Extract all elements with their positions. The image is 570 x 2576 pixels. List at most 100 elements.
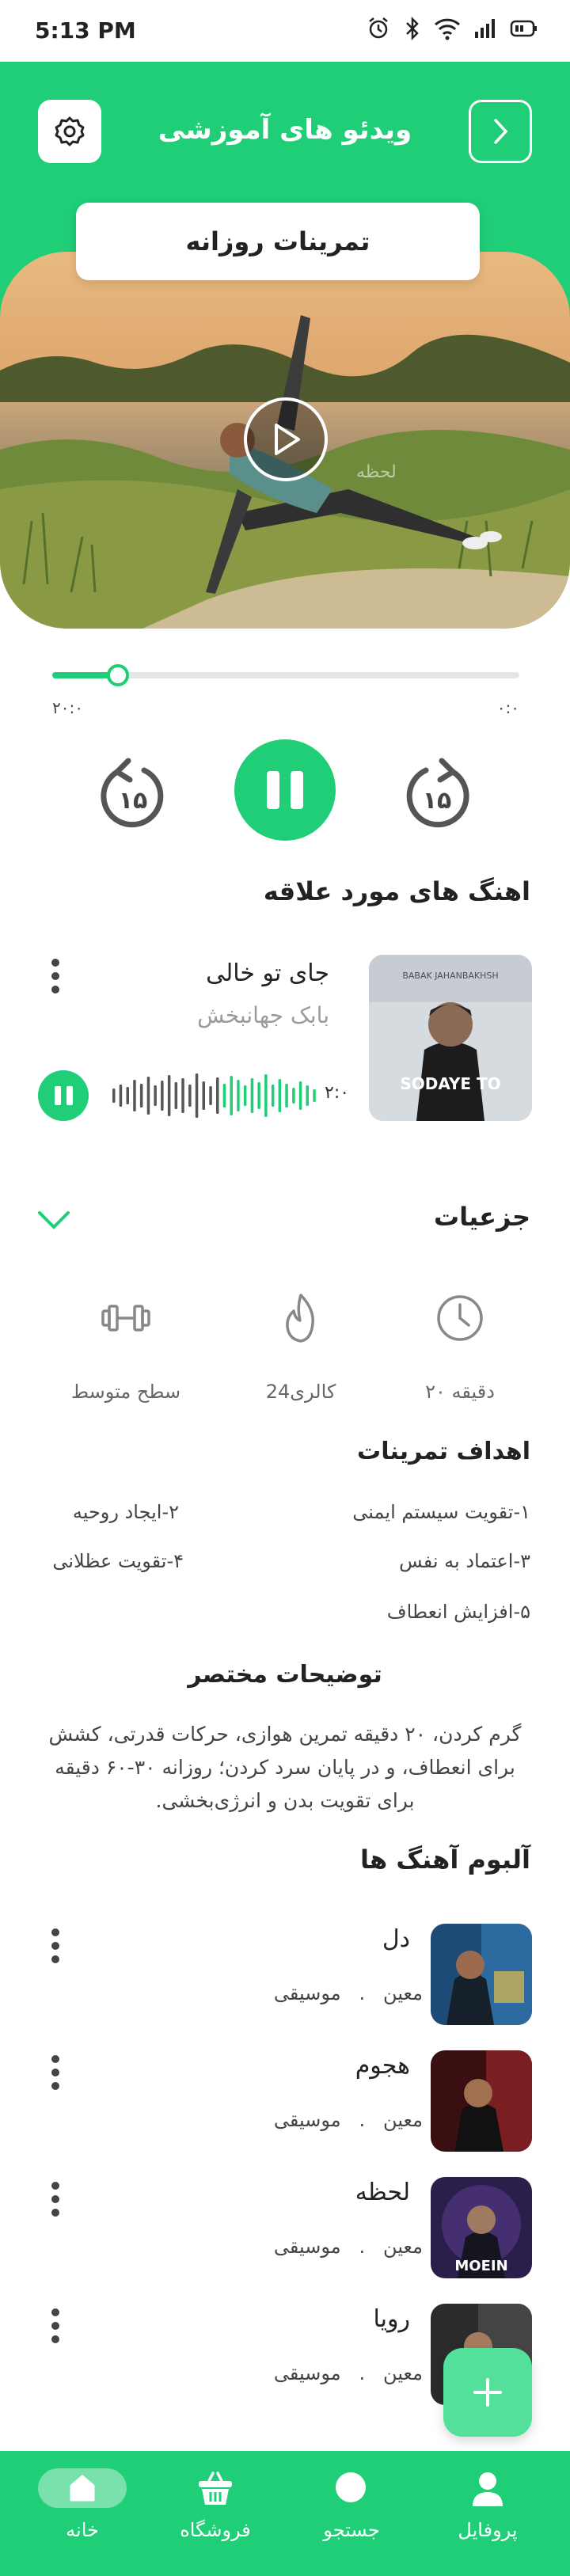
cover-artist-text: BABAK JAHANBAKHSH: [402, 971, 498, 981]
favorites-title: اهنگ های مورد علاقه: [263, 876, 530, 906]
waveform-bar: [167, 1075, 171, 1116]
waveform-bar: [209, 1086, 212, 1105]
video-watermark: لحظه: [356, 462, 397, 482]
goal-item: ۲-ایجاد روحیه: [72, 1501, 179, 1523]
pause-button[interactable]: [234, 739, 336, 841]
waveform-bar: [161, 1081, 164, 1111]
waveform-bar: [257, 1082, 260, 1109]
goal-item: ۵-افزایش انعطاف: [386, 1601, 530, 1623]
more-options-icon[interactable]: [46, 2306, 65, 2346]
back-button[interactable]: [469, 100, 532, 163]
waveform-bar: [146, 1077, 150, 1115]
status-bar: 5:13 PM: [0, 0, 570, 62]
summary-title: توضیحات مختصر: [188, 1661, 382, 1689]
more-options-icon[interactable]: [46, 956, 65, 996]
daily-workouts-tab[interactable]: تمرینات روزانه: [76, 203, 480, 280]
add-button[interactable]: [443, 2348, 532, 2437]
alarm-icon: [369, 17, 388, 39]
waveform-bar: [285, 1084, 288, 1108]
genre-name: موسیقی: [273, 2109, 341, 2131]
cover-title-text: SODAYE TO: [400, 1074, 500, 1093]
calories-label: 24کالری: [265, 1381, 336, 1403]
signal-icon: [475, 19, 495, 38]
waveform-bar: [306, 1085, 309, 1106]
favorite-pause-button[interactable]: [38, 1070, 89, 1121]
pause-bar: [54, 1086, 61, 1105]
artist-name: معین: [383, 1982, 423, 2004]
favorite-song-artist: بابک جهانبخش: [197, 1002, 329, 1028]
waveform-bar: [292, 1088, 295, 1104]
dumbbell-icon: [98, 1290, 154, 1346]
album-track-cover[interactable]: [431, 1924, 532, 2025]
search-icon: [336, 2472, 366, 2502]
artist-name: معین: [383, 2236, 423, 2258]
flame-icon: [273, 1290, 329, 1346]
separator-dot: .: [359, 2109, 366, 2131]
battery-icon: [510, 20, 537, 37]
favorite-track-time: ۲:۰: [325, 1083, 350, 1103]
basket-icon: [199, 2472, 232, 2505]
genre-name: موسیقی: [273, 1982, 341, 2004]
album-song-title: لحظه: [355, 2179, 410, 2206]
waveform-bar: [216, 1077, 219, 1114]
progress-knob[interactable]: [106, 664, 129, 686]
svg-text:MOEIN: MOEIN: [454, 2258, 507, 2274]
waveform-bar: [202, 1081, 205, 1110]
rewind-15-button[interactable]: ۱۵: [97, 756, 168, 832]
waveform-bar: [222, 1084, 226, 1108]
summary-text: گرم کردن، ۲۰ دقیقه تمرین هوازی، حرکات قد…: [48, 1723, 522, 1812]
waveform-bar: [174, 1082, 178, 1109]
favorite-track-cover[interactable]: BABAK JAHANBAKHSH SODAYE TO: [369, 955, 532, 1121]
nav-label: جستجو: [323, 2519, 380, 2541]
album-song-title: دل: [382, 1925, 410, 1953]
nav-label: فروشگاه: [180, 2519, 251, 2541]
status-icons: [366, 16, 538, 41]
waveform-bar: [298, 1081, 302, 1110]
bluetooth-icon: [406, 16, 419, 41]
nav-label: پروفایل: [458, 2519, 518, 2541]
waveform-bar: [278, 1079, 282, 1112]
waveform-bar: [237, 1080, 240, 1111]
nav-label: خانه: [66, 2519, 99, 2541]
goal-item: ۴-تقویت عظلانی: [52, 1550, 184, 1572]
chevron-right-icon: [494, 119, 508, 144]
chevron-down-icon: [38, 1211, 70, 1229]
album-track-cover[interactable]: MOEIN: [431, 2177, 532, 2278]
nav-search[interactable]: جستجو: [288, 2451, 415, 2576]
pause-bar: [66, 1086, 73, 1105]
video-play-button[interactable]: [244, 397, 328, 481]
album-track-cover[interactable]: [431, 2050, 532, 2152]
album-song-meta: معین . موسیقی: [274, 2236, 423, 2258]
home-icon: [70, 2475, 95, 2502]
forward-15-button[interactable]: ۱۵: [402, 756, 473, 832]
settings-button[interactable]: [38, 100, 101, 163]
nav-profile[interactable]: پروفایل: [424, 2451, 551, 2576]
waveform-bar: [181, 1078, 184, 1113]
separator-dot: .: [359, 2236, 366, 2258]
album-song-meta: معین . موسیقی: [274, 1982, 423, 2004]
gear-icon: [55, 116, 85, 146]
waveform-bar: [230, 1076, 233, 1115]
more-options-icon[interactable]: [46, 2179, 65, 2219]
waveform-bar: [154, 1085, 157, 1106]
pause-bar: [291, 771, 303, 809]
goal-item: ۳-اعتماد به نفس: [399, 1550, 530, 1572]
album-song-meta: معین . موسیقی: [274, 2362, 423, 2384]
album-song-title: هجوم: [355, 2052, 410, 2080]
user-icon: [473, 2472, 503, 2506]
waveform-bar: [264, 1074, 268, 1117]
nav-home[interactable]: خانه: [19, 2451, 146, 2576]
wifi-icon: [434, 18, 461, 40]
nav-shop[interactable]: فروشگاه: [152, 2451, 279, 2576]
duration-label: ۲۰ دقیقه: [425, 1381, 495, 1403]
play-icon: [275, 424, 300, 455]
forward-label: ۱۵: [423, 787, 452, 815]
more-options-icon[interactable]: [46, 2053, 65, 2092]
audio-waveform[interactable]: [111, 1070, 318, 1121]
expand-details-button[interactable]: [36, 1208, 71, 1232]
more-options-icon[interactable]: [46, 1926, 65, 1966]
waveform-bar: [139, 1084, 143, 1108]
waveform-bar: [250, 1078, 254, 1113]
nav-active-indicator: [38, 2468, 127, 2508]
waveform-bar: [243, 1085, 247, 1106]
